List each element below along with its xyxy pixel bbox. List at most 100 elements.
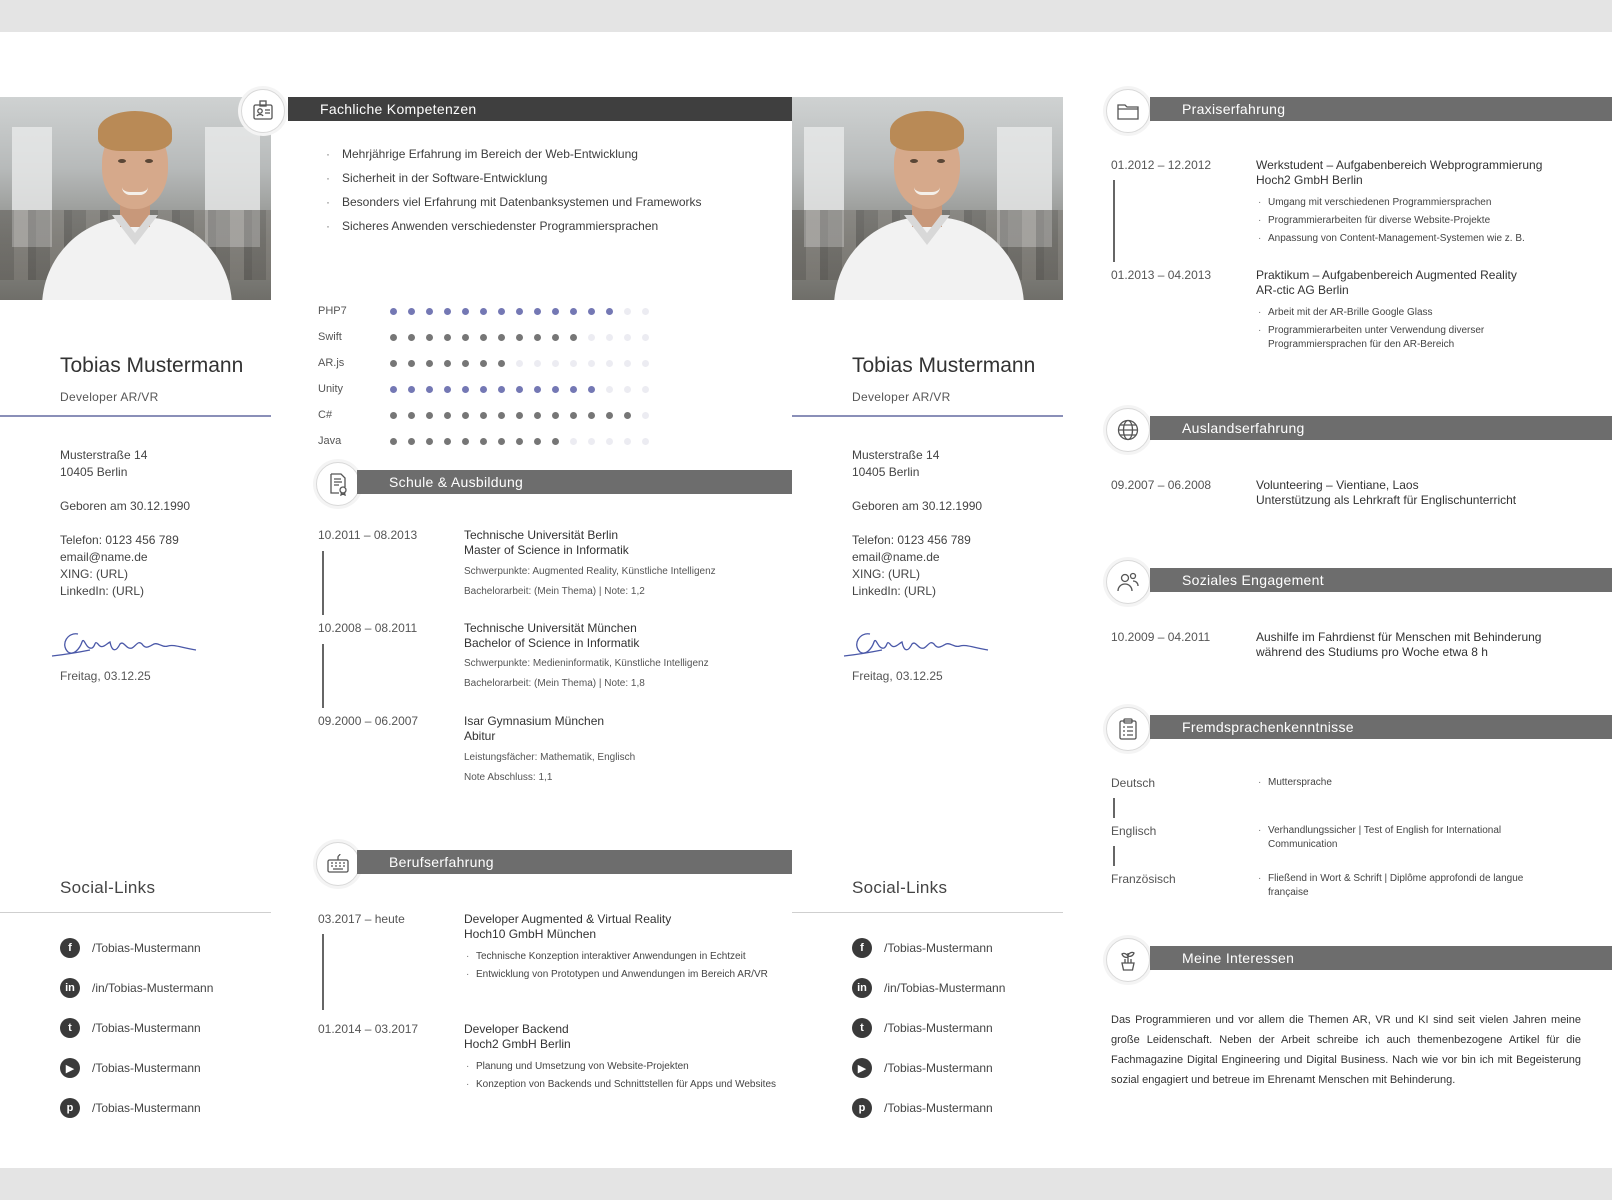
facebook-icon: f — [60, 938, 80, 958]
signature-image — [843, 633, 989, 657]
social-link-2[interactable]: t/Tobias-Mustermann — [852, 1018, 993, 1038]
skill-dot-filled — [426, 333, 433, 341]
social-link-label: /Tobias-Mustermann — [92, 1021, 201, 1035]
signature-image — [51, 633, 197, 657]
social-links-title: Social-Links — [852, 878, 948, 897]
practice-date: 01.2013 – 04.2013 — [1111, 268, 1212, 282]
accent-divider — [0, 415, 271, 417]
skill-dot-filled — [516, 307, 523, 315]
education-thesis: Bachelorarbeit: (Mein Thema) | Note: 1,8 — [464, 678, 645, 689]
skill-label: Java — [318, 435, 342, 447]
skill-dot-filled — [462, 333, 469, 341]
skill-dot-filled — [444, 437, 451, 445]
skill-row: C# — [318, 408, 660, 422]
social-link-label: /in/Tobias-Mustermann — [884, 981, 1006, 995]
skill-dot-filled — [516, 385, 523, 393]
skill-dot-empty — [588, 359, 595, 367]
education-date: 09.2000 – 06.2007 — [318, 714, 419, 728]
skill-label: Swift — [318, 331, 342, 343]
practice-task: Programmierarbeiten unter Verwendung div… — [1256, 324, 1536, 352]
skill-dot-empty — [642, 437, 649, 445]
skill-dot-filled — [534, 411, 541, 419]
skill-dot-filled — [444, 385, 451, 393]
skill-dot-empty — [624, 307, 631, 315]
skill-dot-filled — [462, 411, 469, 419]
skill-dot-filled — [516, 333, 523, 341]
skill-dot-filled — [480, 333, 487, 341]
skill-dot-empty — [642, 333, 649, 341]
skill-dot-filled — [390, 411, 397, 419]
education-institution: Isar Gymnasium München Abitur — [464, 714, 605, 743]
practice-date: 01.2012 – 12.2012 — [1111, 158, 1212, 172]
skill-dot-filled — [480, 359, 487, 367]
skill-dot-empty — [606, 385, 613, 393]
skill-dot-filled — [462, 307, 469, 315]
skill-dot-filled — [426, 437, 433, 445]
social-link-1[interactable]: in/in/Tobias-Mustermann — [60, 978, 213, 998]
social-link-4[interactable]: p/Tobias-Mustermann — [60, 1098, 201, 1118]
practice-task: Programmierarbeiten für diverse Website-… — [1256, 214, 1596, 228]
skill-dot-filled — [570, 385, 577, 393]
skill-dot-filled — [588, 411, 595, 419]
skill-dot-filled — [534, 333, 541, 341]
skill-dot-filled — [390, 437, 397, 445]
social-link-label: /Tobias-Mustermann — [92, 941, 201, 955]
skill-dot-filled — [462, 437, 469, 445]
skill-dot-filled — [408, 307, 415, 315]
section-header-interests: Meine Interessen — [1150, 946, 1612, 970]
skill-dot-filled — [390, 385, 397, 393]
facebook-icon: f — [852, 938, 872, 958]
skill-dot-filled — [426, 359, 433, 367]
social-link-label: /Tobias-Mustermann — [92, 1101, 201, 1115]
social-link-label: /Tobias-Mustermann — [884, 1101, 993, 1115]
linkedin-icon: in — [852, 978, 872, 998]
sidebar-page-2: Tobias Mustermann Developer AR/VR Muster… — [792, 32, 1063, 1168]
address: Musterstraße 14 10405 Berlin — [852, 448, 940, 479]
section-header-languages: Fremdsprachenkenntnisse — [1150, 715, 1612, 739]
work-task: Konzeption von Backends und Schnittstell… — [464, 1078, 794, 1092]
skill-dot-filled — [498, 333, 505, 341]
skill-dot-filled — [588, 307, 595, 315]
social-link-3[interactable]: ▶ /Tobias-Mustermann — [852, 1058, 993, 1078]
social-link-4[interactable]: p/Tobias-Mustermann — [852, 1098, 993, 1118]
abroad-description: Volunteering – Vientiane, Laos Unterstütz… — [1256, 478, 1517, 507]
education-institution: Technische Universität München Bachelor o… — [464, 621, 640, 650]
skill-dot-empty — [624, 385, 631, 393]
skill-dot-filled — [480, 385, 487, 393]
skill-dot-filled — [516, 437, 523, 445]
skill-dot-empty — [606, 333, 613, 341]
skill-dot-filled — [516, 411, 523, 419]
social-link-label: /Tobias-Mustermann — [884, 941, 993, 955]
folder-icon — [1106, 89, 1150, 133]
engagement-description: Aushilfe im Fahrdienst für Menschen mit … — [1256, 630, 1542, 659]
skill-row: Java — [318, 434, 660, 448]
youtube-icon: ▶ — [60, 1058, 80, 1078]
skill-row: Swift — [318, 330, 660, 344]
timeline-line — [1113, 798, 1115, 818]
skill-dot-filled — [606, 411, 613, 419]
skill-dot-filled — [480, 307, 487, 315]
section-header-education: Schule & Ausbildung — [357, 470, 792, 494]
skill-row: PHP7 — [318, 304, 660, 318]
competency-list: Mehrjährige Erfahrung im Bereich der Web… — [322, 146, 702, 242]
social-link-0[interactable]: f/Tobias-Mustermann — [852, 938, 993, 958]
skill-label: AR.js — [318, 357, 345, 369]
social-link-0[interactable]: f/Tobias-Mustermann — [60, 938, 201, 958]
social-link-3[interactable]: ▶ /Tobias-Mustermann — [60, 1058, 201, 1078]
work-date: 03.2017 – heute — [318, 912, 405, 926]
social-link-2[interactable]: t/Tobias-Mustermann — [60, 1018, 201, 1038]
social-divider — [792, 912, 1063, 913]
social-link-1[interactable]: in/in/Tobias-Mustermann — [852, 978, 1005, 998]
skill-label: PHP7 — [318, 305, 347, 317]
skill-dot-empty — [642, 359, 649, 367]
contact-details: Telefon: 0123 456 789 email@name.de XING: … — [852, 533, 971, 598]
linkedin-icon: in — [60, 978, 80, 998]
work-position: Developer Augmented & Virtual Reality Hoc… — [464, 912, 672, 941]
education-date: 10.2008 – 08.2011 — [318, 621, 418, 635]
skill-dot-filled — [480, 411, 487, 419]
signature-date: Freitag, 03.12.25 — [60, 669, 151, 683]
skill-label: C# — [318, 409, 333, 421]
skill-dot-filled — [408, 411, 415, 419]
skill-dot-filled — [624, 411, 631, 419]
skill-dot-filled — [480, 437, 487, 445]
